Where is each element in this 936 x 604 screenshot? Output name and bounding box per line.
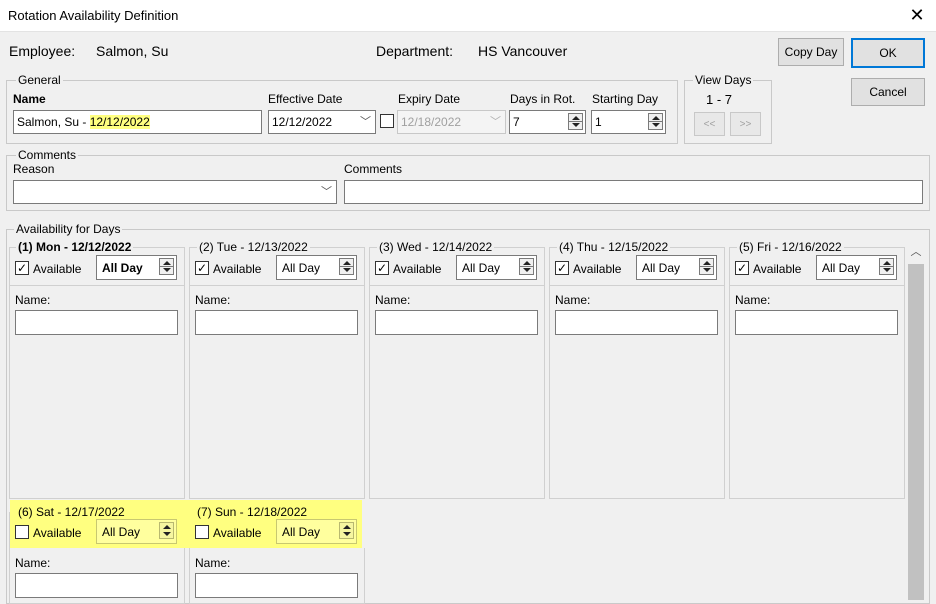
spin-arrows-icon[interactable] bbox=[339, 522, 354, 539]
prev-days-button[interactable]: << bbox=[694, 112, 725, 136]
day-title-fri: (5) Fri - 12/16/2022 bbox=[737, 240, 844, 254]
reason-label: Reason bbox=[13, 162, 55, 176]
allday-value: All Day bbox=[102, 260, 143, 275]
chevron-down-icon: ﹀ bbox=[321, 186, 332, 198]
comments-input[interactable] bbox=[344, 180, 923, 204]
available-checkbox-thu[interactable]: ✓ bbox=[555, 261, 569, 275]
day-name-input-sun[interactable] bbox=[195, 573, 358, 598]
allday-stepper-wed[interactable]: All Day bbox=[456, 255, 537, 280]
day-name-input-tue[interactable] bbox=[195, 310, 358, 335]
day-name-input-mon[interactable] bbox=[15, 310, 178, 335]
days-in-rot-label: Days in Rot. bbox=[510, 92, 576, 106]
allday-stepper-fri[interactable]: All Day bbox=[816, 255, 897, 280]
days-in-rot-stepper[interactable]: 7 bbox=[509, 110, 586, 134]
chevron-down-icon: ﹀ bbox=[490, 116, 501, 128]
name-field-label: Name: bbox=[735, 293, 771, 307]
next-days-button[interactable]: >> bbox=[730, 112, 761, 136]
available-checkbox-sat[interactable] bbox=[15, 525, 29, 539]
scroll-up-icon[interactable]: ︿ bbox=[906, 242, 926, 262]
available-checkbox-fri[interactable]: ✓ bbox=[735, 261, 749, 275]
expiry-date-picker[interactable]: 12/18/2022 ﹀ bbox=[397, 110, 506, 134]
name-field-label: Name: bbox=[195, 293, 231, 307]
effective-date-label: Effective Date bbox=[268, 92, 343, 106]
chevron-down-icon: ﹀ bbox=[360, 116, 371, 128]
day-title-mon: (1) Mon - 12/12/2022 bbox=[16, 240, 134, 254]
name-field-label: Name: bbox=[195, 556, 231, 570]
available-label: Available bbox=[753, 262, 802, 276]
allday-stepper-tue[interactable]: All Day bbox=[276, 255, 357, 280]
name-field-label: Name: bbox=[375, 293, 411, 307]
scrollbar-thumb[interactable] bbox=[908, 264, 924, 600]
name-field-label: Name: bbox=[555, 293, 591, 307]
effective-date-picker[interactable]: 12/12/2022 ﹀ bbox=[268, 110, 376, 134]
name-input[interactable]: Salmon, Su - 12/12/2022 bbox=[13, 110, 262, 134]
comments-legend: Comments bbox=[16, 148, 79, 162]
allday-stepper-mon[interactable]: All Day bbox=[96, 255, 177, 280]
name-label: Name bbox=[13, 92, 46, 106]
days-in-rot-value: 7 bbox=[513, 115, 520, 129]
name-field-label: Name: bbox=[15, 556, 51, 570]
name-field-label: Name: bbox=[15, 293, 51, 307]
name-date-highlight: 12/12/2022 bbox=[89, 115, 150, 129]
day-title-wed: (3) Wed - 12/14/2022 bbox=[377, 240, 495, 254]
close-icon[interactable]: ✕ bbox=[906, 4, 928, 26]
day-name-input-fri[interactable] bbox=[735, 310, 898, 335]
day-name-input-thu[interactable] bbox=[555, 310, 718, 335]
day-title-sat: (6) Sat - 12/17/2022 bbox=[18, 505, 125, 519]
expiry-date-label: Expiry Date bbox=[398, 92, 461, 106]
window-title: Rotation Availability Definition bbox=[8, 8, 179, 23]
available-label: Available bbox=[213, 262, 262, 276]
available-label: Available bbox=[33, 526, 82, 540]
allday-value: All Day bbox=[462, 260, 501, 275]
view-days-range: 1 - 7 bbox=[706, 92, 733, 107]
comments-label: Comments bbox=[344, 162, 403, 176]
available-label: Available bbox=[213, 526, 262, 540]
employee-label: Employee: bbox=[9, 43, 76, 59]
expiry-date-value: 12/18/2022 bbox=[401, 115, 462, 129]
allday-stepper-sun[interactable]: All Day bbox=[276, 519, 357, 544]
expiry-enabled-checkbox[interactable] bbox=[380, 114, 394, 128]
cancel-button[interactable]: Cancel bbox=[851, 78, 925, 106]
available-label: Available bbox=[573, 262, 622, 276]
available-checkbox-sun[interactable] bbox=[195, 525, 209, 539]
allday-value: All Day bbox=[642, 260, 681, 275]
available-checkbox-wed[interactable]: ✓ bbox=[375, 261, 389, 275]
day-title-thu: (4) Thu - 12/15/2022 bbox=[557, 240, 671, 254]
available-checkbox-tue[interactable]: ✓ bbox=[195, 261, 209, 275]
effective-date-value: 12/12/2022 bbox=[272, 115, 333, 129]
ok-button[interactable]: OK bbox=[851, 38, 925, 68]
employee-value: Salmon, Su bbox=[96, 43, 169, 59]
allday-value: All Day bbox=[102, 524, 141, 539]
allday-stepper-sat[interactable]: All Day bbox=[96, 519, 177, 544]
allday-stepper-thu[interactable]: All Day bbox=[636, 255, 717, 280]
allday-value: All Day bbox=[282, 260, 321, 275]
department-label: Department: bbox=[376, 43, 454, 59]
starting-day-stepper[interactable]: 1 bbox=[591, 110, 666, 134]
view-days-legend: View Days bbox=[693, 73, 754, 87]
available-checkbox-mon[interactable]: ✓ bbox=[15, 261, 29, 275]
day-title-sun: (7) Sun - 12/18/2022 bbox=[197, 505, 308, 519]
general-legend: General bbox=[16, 73, 63, 87]
available-label: Available bbox=[33, 262, 82, 276]
copy-day-button[interactable]: Copy Day bbox=[778, 38, 844, 66]
reason-select[interactable]: ﹀ bbox=[13, 180, 337, 204]
name-prefix: Salmon, Su - bbox=[17, 115, 90, 129]
available-label: Available bbox=[393, 262, 442, 276]
allday-value: All Day bbox=[822, 260, 861, 275]
spin-arrows-icon[interactable] bbox=[159, 522, 174, 539]
starting-day-value: 1 bbox=[595, 115, 602, 129]
department-value: HS Vancouver bbox=[478, 43, 568, 59]
starting-day-label: Starting Day bbox=[592, 92, 659, 106]
day-name-input-sat[interactable] bbox=[15, 573, 178, 598]
allday-value: All Day bbox=[282, 524, 321, 539]
day-name-input-wed[interactable] bbox=[375, 310, 538, 335]
availability-legend: Availability for Days bbox=[14, 222, 123, 236]
day-title-tue: (2) Tue - 12/13/2022 bbox=[197, 240, 310, 254]
